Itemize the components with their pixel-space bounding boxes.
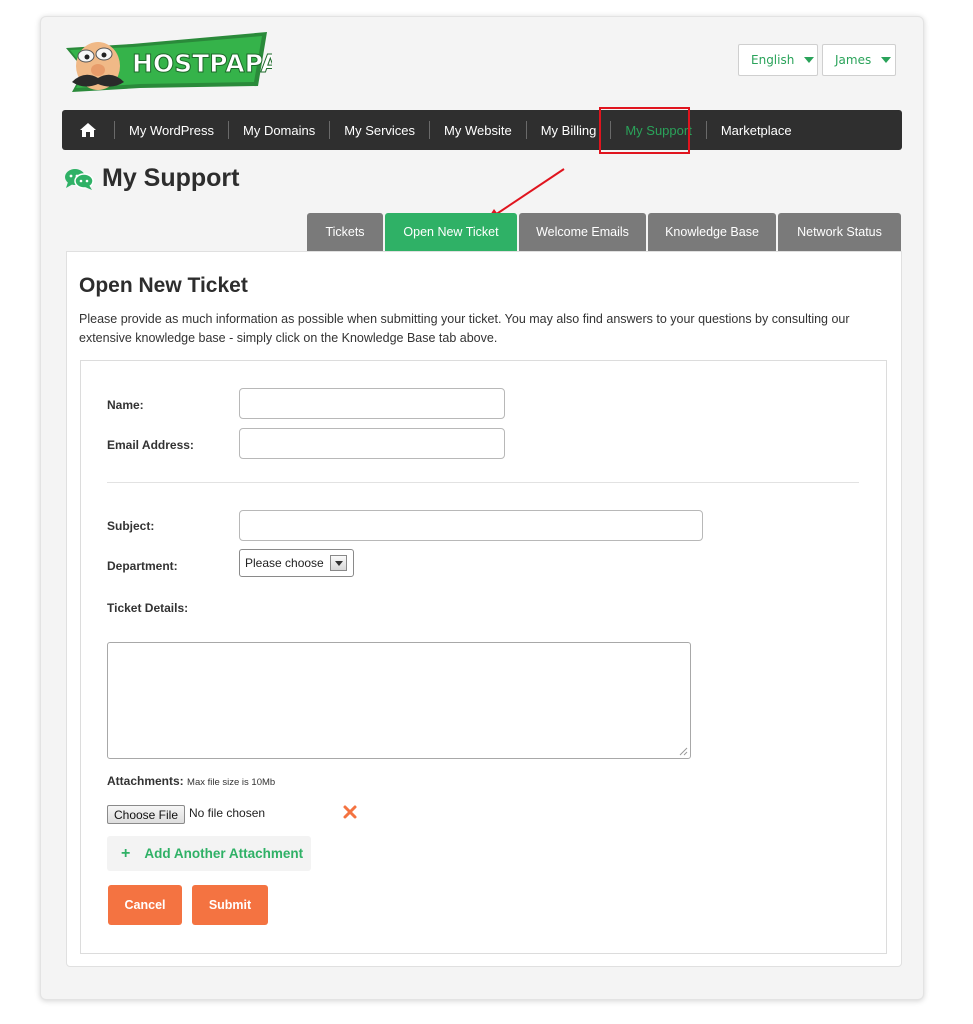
add-attachment-button[interactable]: + Add Another Attachment (107, 836, 311, 871)
tab-knowledge-base[interactable]: Knowledge Base (648, 213, 776, 251)
main-nav: My WordPress My Domains My Services My W… (62, 110, 902, 150)
form-heading: Open New Ticket (79, 274, 248, 297)
page-title-wrap: My Support (64, 164, 240, 193)
submit-button[interactable]: Submit (192, 885, 268, 925)
attachments-label: Attachments: Max file size is 10Mb (107, 774, 276, 788)
ticket-details-label: Ticket Details: (107, 601, 189, 615)
support-tabs: Tickets Open New Ticket Welcome Emails K… (307, 213, 901, 251)
close-icon[interactable] (342, 804, 358, 820)
tab-open-new-ticket[interactable]: Open New Ticket (385, 213, 517, 251)
form-divider (107, 482, 859, 483)
nav-item-my-wordpress[interactable]: My WordPress (115, 110, 228, 150)
page-title: My Support (102, 164, 240, 192)
name-label: Name: (107, 398, 144, 412)
chevron-down-icon (330, 555, 347, 571)
cancel-button[interactable]: Cancel (108, 885, 182, 925)
file-status: No file chosen (189, 806, 266, 820)
name-field[interactable] (239, 388, 505, 419)
subject-label: Subject: (107, 519, 155, 533)
tab-welcome-emails[interactable]: Welcome Emails (519, 213, 646, 251)
nav-item-my-billing[interactable]: My Billing (527, 110, 611, 150)
nav-item-my-domains[interactable]: My Domains (229, 110, 329, 150)
department-label: Department: (107, 559, 178, 573)
nav-item-my-website[interactable]: My Website (430, 110, 526, 150)
email-label: Email Address: (107, 438, 194, 452)
chat-bubbles-icon (65, 168, 94, 190)
tab-network-status[interactable]: Network Status (778, 213, 901, 251)
chevron-down-icon (881, 57, 892, 63)
plus-icon: + (121, 844, 131, 862)
nav-home[interactable] (62, 110, 114, 150)
home-icon (80, 123, 96, 137)
form-description: Please provide as much information as po… (79, 312, 850, 345)
subject-field[interactable] (239, 510, 703, 541)
ticket-details-textarea[interactable] (107, 642, 691, 759)
nav-item-my-services[interactable]: My Services (330, 110, 429, 150)
user-menu[interactable]: James (822, 44, 896, 76)
attachments-note: Max file size is 10Mb (187, 777, 276, 788)
language-value: English (751, 53, 795, 67)
user-name: James (835, 53, 872, 67)
resize-handle-icon[interactable] (679, 747, 688, 756)
nav-item-marketplace[interactable]: Marketplace (707, 110, 806, 150)
choose-file-button[interactable]: Choose File (107, 805, 185, 824)
add-attachment-label: Add Another Attachment (144, 846, 304, 861)
logo-text: HOSTPAPA (132, 49, 272, 78)
department-select[interactable]: Please choose (239, 549, 354, 577)
language-select[interactable]: English (738, 44, 818, 76)
chevron-down-icon (804, 57, 815, 63)
email-field[interactable] (239, 428, 505, 459)
hostpapa-logo[interactable]: HOSTPAPA (62, 30, 272, 102)
nav-item-my-support[interactable]: My Support (611, 110, 705, 150)
tab-tickets[interactable]: Tickets (307, 213, 383, 251)
department-value: Please choose (245, 556, 324, 570)
